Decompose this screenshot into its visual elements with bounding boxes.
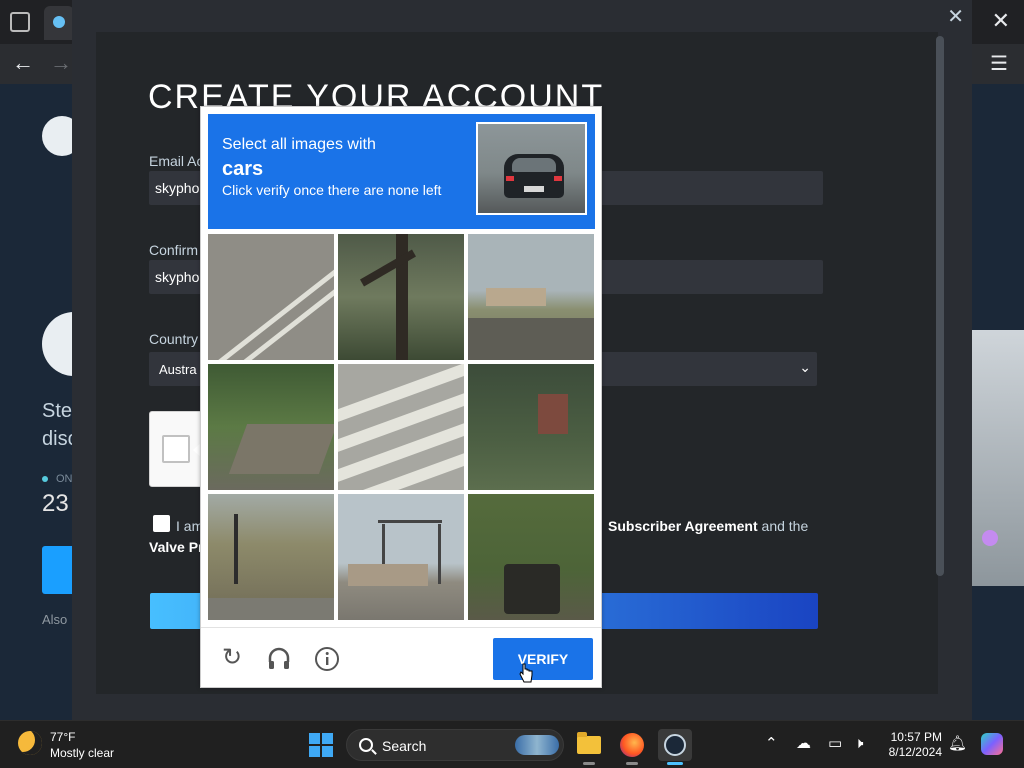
- weather-moon-icon[interactable]: [18, 731, 42, 755]
- file-explorer-icon[interactable]: [572, 729, 606, 765]
- confirm-email-value: skypho: [155, 269, 200, 285]
- online-count: 23: [42, 490, 69, 517]
- clock[interactable]: 10:57 PM 8/12/2024: [876, 730, 942, 760]
- reload-icon[interactable]: ↻: [219, 646, 245, 672]
- challenge-target: cars: [222, 158, 264, 180]
- challenge-instruction: Select all images with: [222, 136, 376, 153]
- grid-tile[interactable]: [338, 234, 464, 360]
- country-label: Country: [149, 331, 199, 347]
- weather-description[interactable]: Mostly clear: [50, 746, 114, 760]
- modal-close-icon[interactable]: ✕: [947, 4, 964, 29]
- grid-tile[interactable]: [468, 494, 594, 620]
- clock-date: 8/12/2024: [888, 745, 942, 759]
- volume-icon[interactable]: 🕨: [854, 734, 863, 754]
- subscriber-agreement-link[interactable]: Subscriber Agreement: [608, 518, 758, 534]
- verify-button[interactable]: VERIFY: [493, 638, 593, 680]
- grid-tile[interactable]: [468, 234, 594, 360]
- challenge-hint: Click verify once there are none left: [222, 182, 442, 198]
- tab-steam[interactable]: [44, 6, 74, 40]
- modal-scrollbar[interactable]: [936, 36, 944, 576]
- steam-taskbar-icon[interactable]: [658, 729, 692, 765]
- grid-tile[interactable]: [208, 234, 334, 360]
- chevron-up-icon[interactable]: ⌃: [765, 734, 778, 754]
- recaptcha-challenge: Select all images with cars Click verify…: [200, 106, 602, 688]
- menu-icon[interactable]: ☰: [990, 51, 1008, 76]
- forward-arrow-icon[interactable]: →: [50, 50, 72, 76]
- image-grid: [208, 234, 596, 622]
- agree-text-tail: Subscriber Agreement and the: [608, 518, 808, 534]
- sample-car-image: [476, 122, 587, 215]
- window-close-icon[interactable]: ✕: [992, 10, 1010, 32]
- background-right-image: [972, 330, 1024, 586]
- search-highlight-icon: [515, 735, 559, 755]
- privacy-policy-link[interactable]: Valve Pr: [149, 539, 204, 555]
- hand-cursor-icon: [519, 663, 533, 683]
- email-value: skypho: [155, 180, 200, 196]
- grid-tile[interactable]: [208, 364, 334, 490]
- back-arrow-icon[interactable]: ←: [12, 50, 34, 76]
- search-label: Search: [382, 738, 427, 754]
- tab-overview-icon[interactable]: [10, 12, 30, 32]
- grid-tile[interactable]: [468, 364, 594, 490]
- online-label: ON: [42, 473, 73, 485]
- info-icon[interactable]: [314, 646, 340, 672]
- grid-tile[interactable]: [208, 494, 334, 620]
- also-text: Also: [42, 612, 68, 627]
- audio-icon[interactable]: [266, 646, 292, 672]
- copilot-icon[interactable]: [981, 733, 1003, 755]
- search-icon: [359, 738, 373, 752]
- challenge-footer: ↻ VERIFY: [201, 627, 601, 687]
- grid-tile[interactable]: [338, 364, 464, 490]
- grid-tile[interactable]: [338, 494, 464, 620]
- recaptcha-checkbox[interactable]: [162, 435, 190, 463]
- clock-time: 10:57 PM: [890, 730, 942, 744]
- agree-checkbox[interactable]: [153, 515, 170, 532]
- taskbar-search[interactable]: Search: [346, 729, 564, 761]
- country-value: Austra: [159, 362, 197, 377]
- weather-temperature[interactable]: 77°F: [50, 730, 75, 744]
- challenge-header: Select all images with cars Click verify…: [208, 114, 595, 229]
- notification-bell-icon[interactable]: 🔔︎: [948, 734, 967, 754]
- agree-suffix: and the: [757, 518, 809, 534]
- display-icon[interactable]: ▭: [828, 734, 842, 754]
- onedrive-icon[interactable]: ☁: [796, 734, 811, 754]
- windows-start-icon[interactable]: [309, 733, 333, 757]
- taskbar: 77°F Mostly clear Search ⌃ ☁ ▭ 🕨 10:57 P…: [0, 720, 1024, 768]
- chevron-down-icon: ⌄: [799, 359, 811, 375]
- email-label: Email Ac: [149, 153, 204, 169]
- firefox-icon[interactable]: [615, 729, 649, 765]
- confirm-email-label: Confirm: [149, 242, 199, 258]
